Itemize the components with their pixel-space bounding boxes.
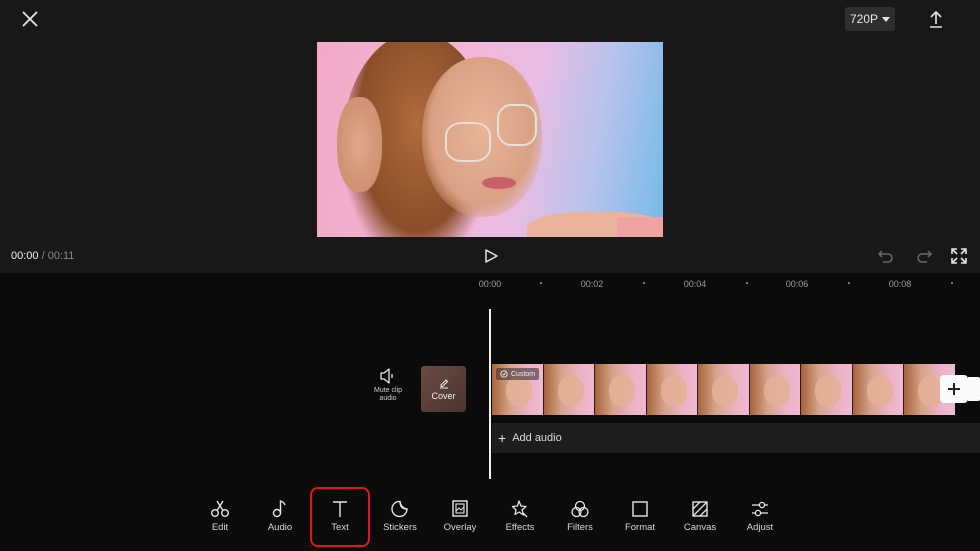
clip-thumbnail: [749, 364, 801, 415]
ruler-tick: 00:04: [683, 279, 707, 289]
fullscreen-button[interactable]: [951, 248, 967, 264]
clip-thumbnail: [698, 364, 750, 415]
tool-label: Edit: [211, 522, 229, 533]
ruler-dot: [746, 282, 748, 284]
tool-label: Audio: [267, 522, 293, 533]
redo-icon: [917, 250, 933, 263]
upload-icon: [930, 10, 942, 28]
undo-icon: [877, 250, 893, 263]
clip-thumbnail: [543, 364, 595, 415]
tool-label: Effects: [505, 522, 535, 533]
mute-label-line1: Mute clip: [373, 387, 402, 394]
tool-label: Stickers: [383, 522, 417, 533]
ruler-dot: [540, 282, 542, 284]
caret-down-icon: [882, 16, 891, 22]
add-clip-button[interactable]: [940, 375, 968, 403]
tool-label: Canvas: [683, 522, 717, 533]
video-clip-track[interactable]: [492, 364, 955, 415]
tool-label: Adjust: [746, 522, 774, 533]
custom-check-icon: [500, 370, 508, 378]
tool-audio[interactable]: Audio: [250, 490, 310, 546]
preview-area: 720P 00:00 / 00:11: [0, 0, 980, 273]
mute-label-line2: audio: [379, 395, 397, 402]
fullscreen-icon: [951, 248, 967, 264]
total-time: 00:11: [47, 250, 75, 262]
format-square-icon: [632, 501, 648, 517]
tool-adjust[interactable]: Adjust: [730, 490, 790, 546]
tool-label: Filters: [567, 522, 593, 533]
speaker-icon: [380, 368, 393, 384]
video-preview[interactable]: [317, 42, 663, 237]
timeline-ruler[interactable]: 00:00 00:02 00:04 00:06 00:08: [0, 273, 980, 295]
add-audio-button[interactable]: + Add audio: [492, 423, 980, 453]
canvas-icon: [692, 501, 708, 517]
export-button[interactable]: [925, 8, 947, 30]
preview-subject-hand: [337, 97, 382, 192]
timecode: 00:00 / 00:11: [11, 250, 74, 262]
cover-label: Cover: [431, 391, 456, 401]
ruler-dot: [951, 282, 953, 284]
ruler-tick: 00:02: [580, 279, 604, 289]
tool-filters[interactable]: Filters: [550, 490, 610, 546]
tool-canvas[interactable]: Canvas: [670, 490, 730, 546]
clip-thumbnail: [595, 364, 647, 415]
tool-label: Text: [331, 522, 349, 533]
tool-text[interactable]: Text: [310, 487, 370, 547]
tool-label: Overlay: [443, 522, 477, 533]
add-clip-tab: [968, 377, 980, 401]
play-button[interactable]: [483, 248, 499, 264]
clip-thumbnail: [852, 364, 904, 415]
playhead[interactable]: [489, 309, 491, 479]
overlay-icon: [452, 500, 468, 517]
filters-icon: [571, 500, 589, 518]
undo-button[interactable]: [877, 248, 895, 264]
play-icon: [485, 249, 498, 263]
add-audio-plus-icon: +: [498, 430, 507, 446]
ruler-tick: 00:00: [478, 279, 502, 289]
mute-clip-audio-label: Mute clip audio: [374, 387, 402, 403]
tool-effects[interactable]: Effects: [490, 490, 550, 546]
custom-badge[interactable]: Custom: [496, 368, 540, 380]
clip-thumbnail: [801, 364, 853, 415]
bottom-toolbar: Edit Audio Text Stickers Overlay Effects…: [190, 487, 790, 547]
music-note-icon: [272, 500, 286, 518]
ruler-dot: [643, 282, 645, 284]
time-separator: /: [38, 250, 48, 262]
sliders-icon: [752, 501, 768, 517]
custom-badge-label: Custom: [511, 370, 536, 378]
resolution-label: 720P: [849, 12, 879, 26]
resolution-dropdown[interactable]: 720P: [845, 7, 895, 31]
close-icon: [22, 11, 38, 27]
text-icon: [333, 501, 347, 517]
tool-format[interactable]: Format: [610, 490, 670, 546]
tool-label: Format: [624, 522, 656, 533]
scissors-icon: [211, 500, 229, 517]
tool-edit[interactable]: Edit: [190, 490, 250, 546]
tool-overlay[interactable]: Overlay: [430, 490, 490, 546]
plus-icon: [948, 383, 960, 395]
preview-subject-top: [617, 217, 663, 237]
tool-stickers[interactable]: Stickers: [370, 490, 430, 546]
mute-clip-audio-button[interactable]: Mute clip audio: [368, 368, 408, 412]
current-time: 00:00: [11, 250, 39, 262]
close-button[interactable]: [19, 8, 41, 30]
effects-star-icon: [511, 500, 528, 518]
clip-thumbnail: [646, 364, 698, 415]
pencil-icon: [439, 379, 448, 389]
add-audio-label: Add audio: [512, 432, 562, 444]
redo-button[interactable]: [915, 248, 933, 264]
ruler-dot: [848, 282, 850, 284]
preview-glasses-right: [497, 104, 537, 146]
sticker-icon: [391, 500, 408, 518]
ruler-tick: 00:08: [888, 279, 912, 289]
preview-glasses-left: [445, 122, 491, 162]
ruler-tick: 00:06: [785, 279, 809, 289]
cover-button[interactable]: Cover: [421, 366, 466, 412]
preview-subject-lips: [482, 177, 516, 189]
